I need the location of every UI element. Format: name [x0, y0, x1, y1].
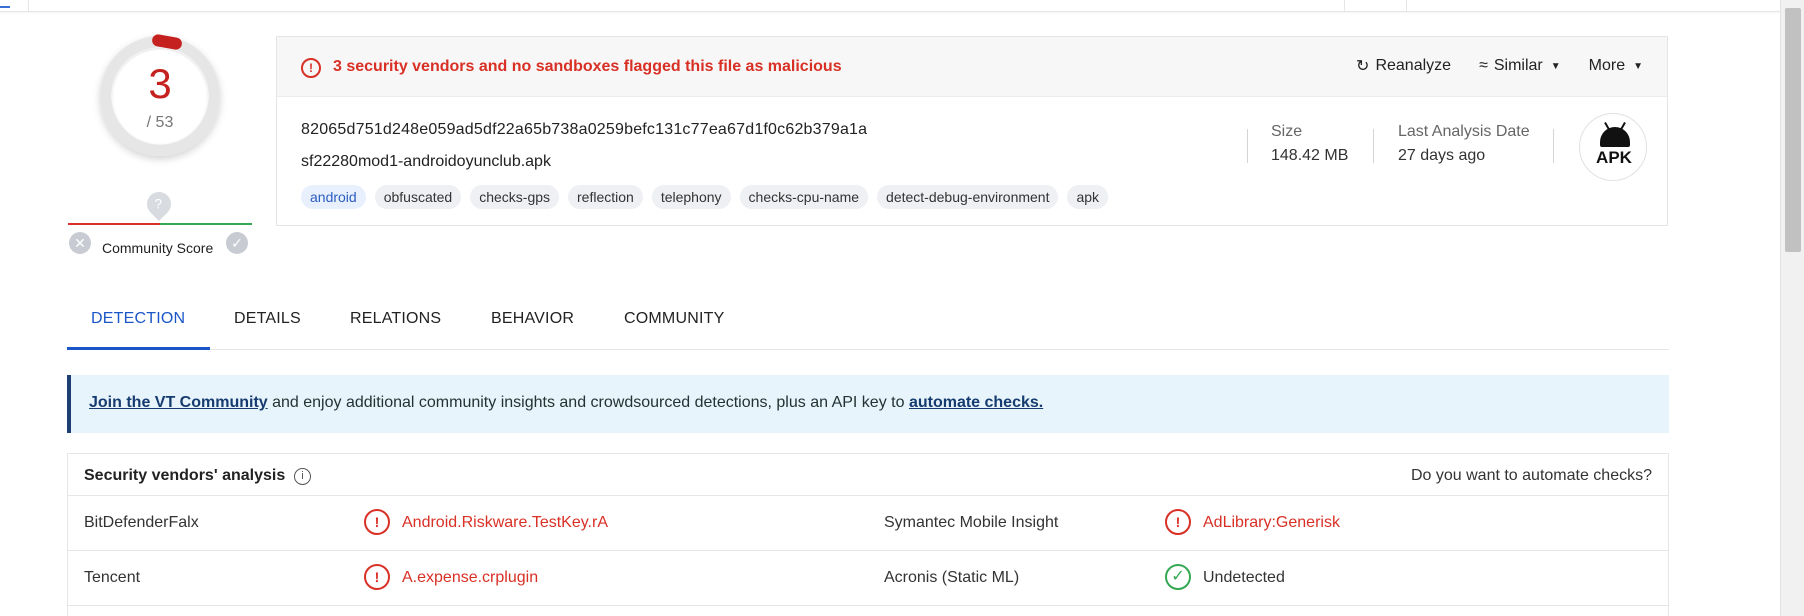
active-tab-indicator: [67, 347, 210, 350]
automate-checks-link[interactable]: automate checks.: [909, 394, 1043, 411]
downvote-icon[interactable]: ✕: [69, 232, 91, 254]
community-score-label: Community Score: [102, 240, 214, 256]
vendor-name: BitDefenderFalx: [84, 514, 199, 531]
size-value: 148.42 MB: [1271, 147, 1349, 164]
detection-result: AdLibrary:Generisk: [1203, 514, 1340, 531]
security-vendors-table: Security vendors' analysis i Do you want…: [67, 453, 1669, 616]
community-banner: Join the VT Community and enjoy addition…: [67, 375, 1669, 433]
vertical-scrollbar[interactable]: [1780, 0, 1804, 616]
automate-checks-prompt[interactable]: Do you want to automate checks?: [1411, 467, 1652, 485]
summary-header: ! 3 security vendors and no sandboxes fl…: [277, 37, 1667, 97]
detection-score-total: / 53: [146, 114, 174, 131]
community-score-marker-icon: ?: [142, 187, 176, 221]
similar-label: Similar: [1493, 57, 1543, 74]
community-score-widget: ? ✕ Community Score ✓: [68, 187, 252, 260]
android-icon: [1600, 127, 1630, 147]
similar-dropdown[interactable]: ≈ Similar ▼: [1479, 56, 1561, 76]
detection-result: Undetected: [1203, 569, 1285, 586]
size-label: Size: [1271, 123, 1303, 140]
tab-details[interactable]: DETAILS: [234, 310, 301, 328]
detection-result: Android.Riskware.TestKey.rA: [402, 514, 608, 531]
info-icon[interactable]: i: [294, 468, 311, 485]
tag-android[interactable]: android: [301, 185, 366, 209]
upvote-icon[interactable]: ✓: [226, 232, 248, 254]
tab-behavior[interactable]: BEHAVIOR: [491, 310, 574, 328]
undetected-check-icon: ✓: [1165, 564, 1191, 590]
banner-middle-text: and enjoy additional community insights …: [267, 394, 909, 411]
malicious-status-icon: !: [364, 564, 390, 590]
summary-divider: [1247, 129, 1248, 163]
tag-obfuscated[interactable]: obfuscated: [374, 185, 462, 209]
vendor-name: Acronis (Static ML): [884, 569, 1020, 586]
top-nav-divider: [28, 0, 29, 12]
summary-divider: [1553, 129, 1554, 163]
tag-checks-cpu-name[interactable]: checks-cpu-name: [739, 185, 869, 209]
tag-apk[interactable]: apk: [1067, 185, 1109, 209]
community-negative-bar: [68, 223, 160, 225]
refresh-icon: ↻: [1356, 58, 1370, 75]
file-hash[interactable]: 82065d751d248e059ad5df22a65b738a0259befc…: [301, 121, 867, 139]
chevron-down-icon: ▼: [1633, 60, 1643, 72]
top-nav-divider: [1406, 0, 1407, 12]
alert-icon: !: [301, 58, 321, 78]
report-tabs: DETECTION DETAILS RELATIONS BEHAVIOR COM…: [67, 300, 1669, 350]
vendor-name: Tencent: [84, 569, 141, 586]
malicious-status-icon: !: [364, 509, 390, 535]
detection-result: A.expense.crplugin: [402, 569, 539, 586]
file-summary-card: ! 3 security vendors and no sandboxes fl…: [276, 36, 1668, 226]
last-analysis-date-label: Last Analysis Date: [1398, 123, 1530, 140]
similar-icon: ≈: [1479, 57, 1488, 74]
tab-relations[interactable]: RELATIONS: [350, 310, 441, 328]
security-vendors-header: Security vendors' analysis i Do you want…: [68, 454, 1668, 496]
tag-reflection[interactable]: reflection: [568, 185, 643, 209]
summary-actions: ↻ Reanalyze ≈ Similar ▼ More ▼: [1356, 56, 1643, 76]
summary-divider: [1373, 129, 1374, 163]
file-type-label: APK: [1596, 148, 1632, 167]
file-name: sf22280mod1-androidoyunclub.apk: [301, 153, 551, 170]
tab-detection[interactable]: DETECTION: [91, 310, 185, 328]
table-row: BitDefenderFalx ! Android.Riskware.TestK…: [68, 496, 1668, 551]
more-dropdown[interactable]: More ▼: [1589, 56, 1643, 76]
question-mark: ?: [154, 195, 163, 212]
file-tags: android obfuscated checks-gps reflection…: [301, 185, 1109, 209]
join-community-link[interactable]: Join the VT Community: [89, 394, 268, 411]
malicious-status-icon: !: [1165, 509, 1191, 535]
top-strip: [0, 0, 1780, 12]
tab-community[interactable]: COMMUNITY: [624, 310, 724, 328]
scrollbar-thumb[interactable]: [1785, 8, 1801, 252]
reanalyze-button[interactable]: ↻ Reanalyze: [1356, 56, 1451, 76]
tag-detect-debug-environment[interactable]: detect-debug-environment: [877, 185, 1059, 209]
tag-telephony[interactable]: telephony: [651, 185, 731, 209]
detection-score-value: 3: [148, 60, 172, 107]
last-analysis-date-value: 27 days ago: [1398, 147, 1486, 164]
file-type-badge: APK: [1579, 113, 1647, 181]
more-label: More: [1588, 57, 1626, 74]
tag-checks-gps[interactable]: checks-gps: [470, 185, 560, 209]
security-vendors-title: Security vendors' analysis: [84, 467, 286, 484]
malicious-alert-text: 3 security vendors and no sandboxes flag…: [333, 58, 842, 75]
reanalyze-label: Reanalyze: [1375, 57, 1452, 74]
table-row: Tencent ! A.expense.crplugin Acronis (St…: [68, 551, 1668, 606]
detection-score-gauge: 3 / 53: [100, 33, 220, 156]
chevron-down-icon: ▼: [1550, 60, 1561, 72]
community-positive-bar: [160, 223, 252, 225]
top-nav-divider: [1344, 0, 1345, 12]
vendor-name: Symantec Mobile Insight: [884, 514, 1059, 531]
community-banner-text: Join the VT Community and enjoy addition…: [89, 394, 1043, 412]
top-nav-marker: [0, 6, 10, 8]
